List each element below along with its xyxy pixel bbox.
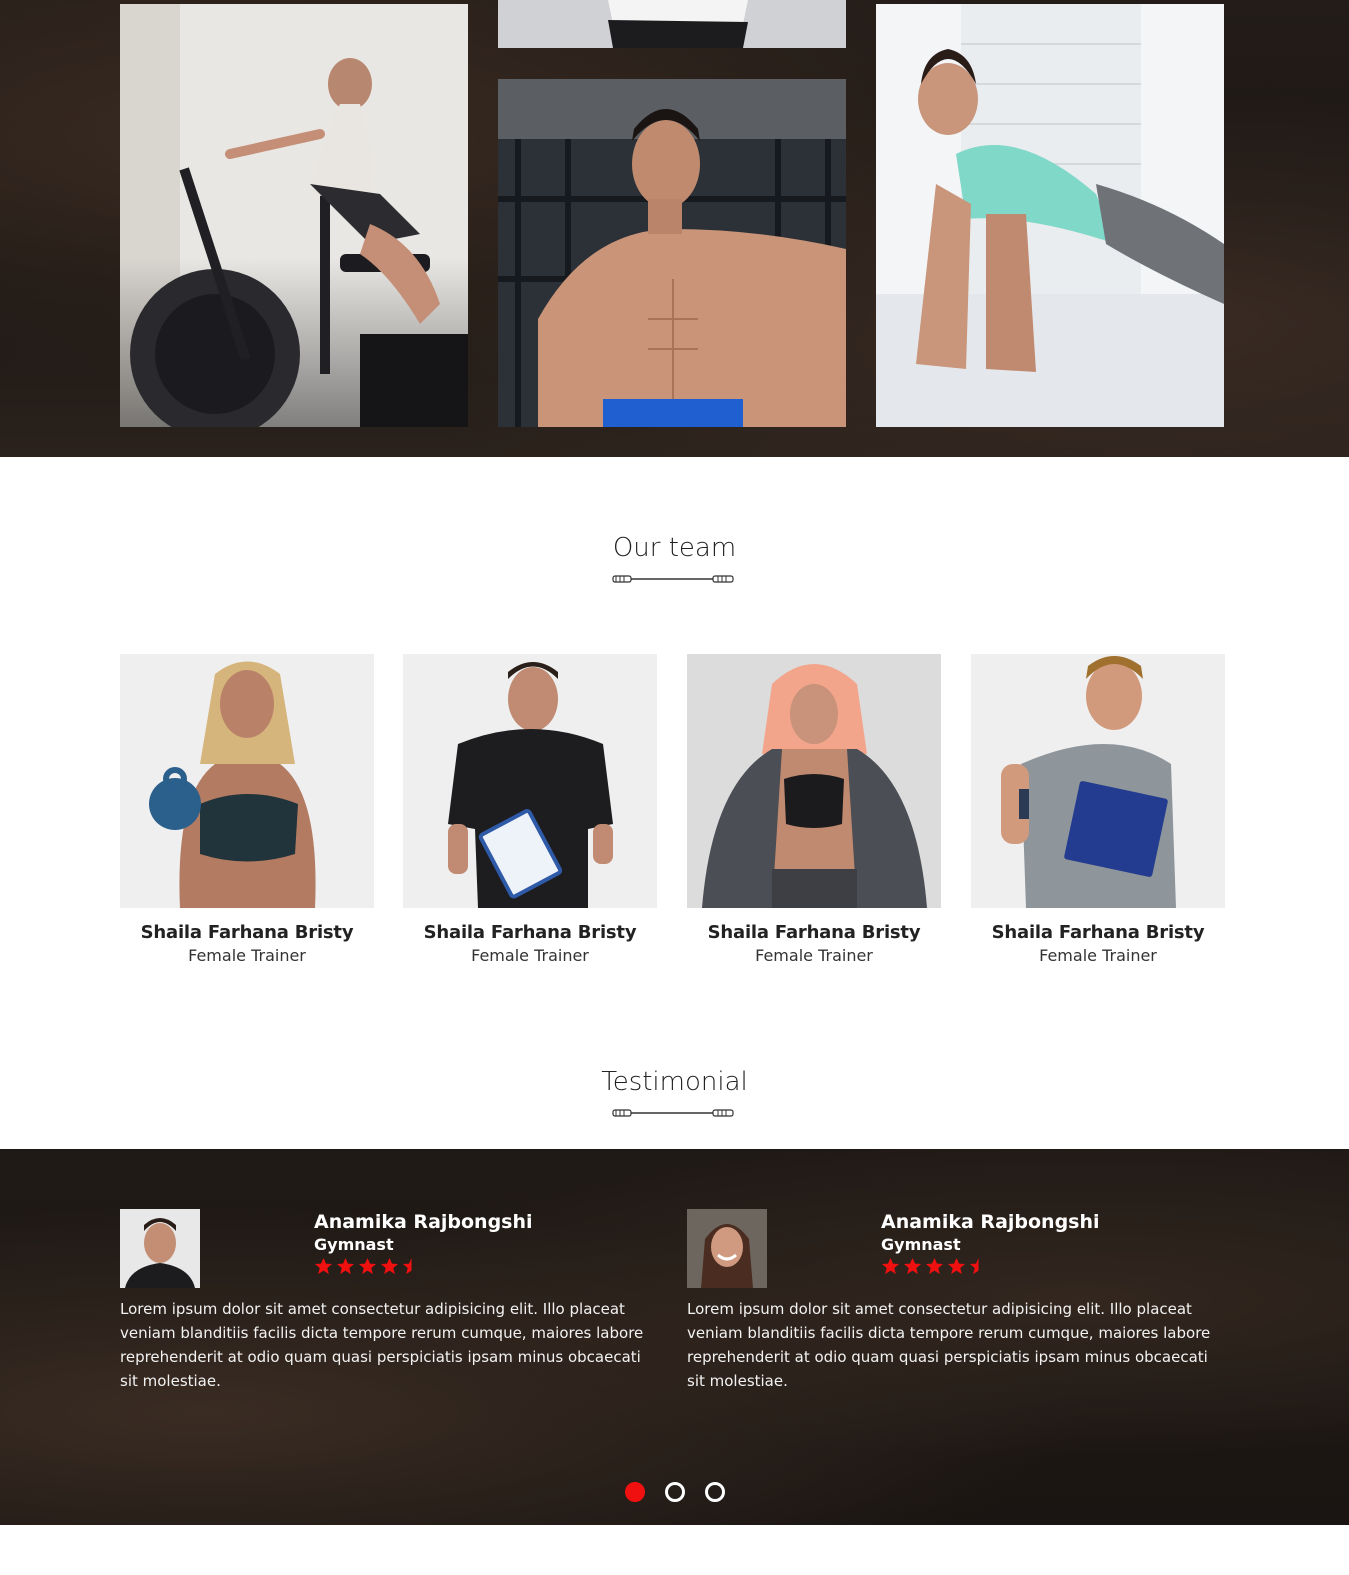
star-rating — [314, 1257, 421, 1276]
star-icon — [358, 1257, 377, 1275]
team-member-card[interactable]: Shaila Farhana Bristy Female Trainer — [687, 654, 941, 965]
testimonial-author-role: Gymnast — [314, 1235, 394, 1254]
carousel-dot-1[interactable] — [624, 1482, 645, 1502]
testimonial-author-name: Anamika Rajbongshi — [881, 1211, 1100, 1233]
carousel-pagination — [0, 1482, 1349, 1502]
jump-rope-divider-icon — [612, 1109, 734, 1117]
carousel-dot-2[interactable] — [664, 1482, 685, 1502]
testimonial-author-name: Anamika Rajbongshi — [314, 1211, 533, 1233]
star-icon — [380, 1257, 399, 1275]
team-section-title: Our team — [612, 533, 737, 563]
shirtless-man-gym-photo — [498, 79, 846, 427]
carousel-dot-3[interactable] — [704, 1482, 725, 1502]
person-white-shirt-photo — [498, 0, 846, 48]
woman-plank-photo — [876, 4, 1224, 427]
avatar — [120, 1209, 200, 1288]
team-member-role: Female Trainer — [471, 946, 589, 965]
star-icon — [903, 1257, 922, 1275]
star-icon — [881, 1257, 900, 1275]
team-member-card[interactable]: Shaila Farhana Bristy Female Trainer — [120, 654, 374, 965]
star-rating — [881, 1257, 988, 1276]
team-member-name: Shaila Farhana Bristy — [140, 922, 354, 943]
gallery-section — [0, 0, 1349, 457]
testimonial-quote: Lorem ipsum dolor sit amet consectetur a… — [687, 1300, 1211, 1390]
woman-hoodie-photo — [687, 654, 941, 908]
testimonial-section-title: Testimonial — [601, 1067, 748, 1097]
team-member-name: Shaila Farhana Bristy — [707, 922, 921, 943]
half-star-icon — [969, 1257, 979, 1275]
testimonial-carousel[interactable]: Anamika Rajbongshi Gymnast Lorem ipsum d… — [0, 1149, 1349, 1525]
avatar — [687, 1209, 767, 1288]
testimonial-quote: Lorem ipsum dolor sit amet consectetur a… — [120, 1300, 644, 1390]
team-member-name: Shaila Farhana Bristy — [991, 922, 1205, 943]
woman-kettlebell-photo — [120, 654, 374, 908]
team-member-role: Female Trainer — [1039, 946, 1157, 965]
team-member-card[interactable]: Shaila Farhana Bristy Female Trainer — [971, 654, 1225, 965]
man-clipboard-photo — [403, 654, 657, 908]
star-icon — [336, 1257, 355, 1275]
woman-exercise-bike-photo — [120, 4, 468, 427]
team-member-role: Female Trainer — [188, 946, 306, 965]
star-icon — [314, 1257, 333, 1275]
half-star-icon — [402, 1257, 412, 1275]
testimonial-author-role: Gymnast — [881, 1235, 961, 1254]
team-member-role: Female Trainer — [755, 946, 873, 965]
star-icon — [925, 1257, 944, 1275]
man-thumbs-up-photo — [971, 654, 1225, 908]
jump-rope-divider-icon — [612, 575, 734, 583]
team-member-name: Shaila Farhana Bristy — [423, 922, 637, 943]
team-member-card[interactable]: Shaila Farhana Bristy Female Trainer — [403, 654, 657, 965]
star-icon — [947, 1257, 966, 1275]
